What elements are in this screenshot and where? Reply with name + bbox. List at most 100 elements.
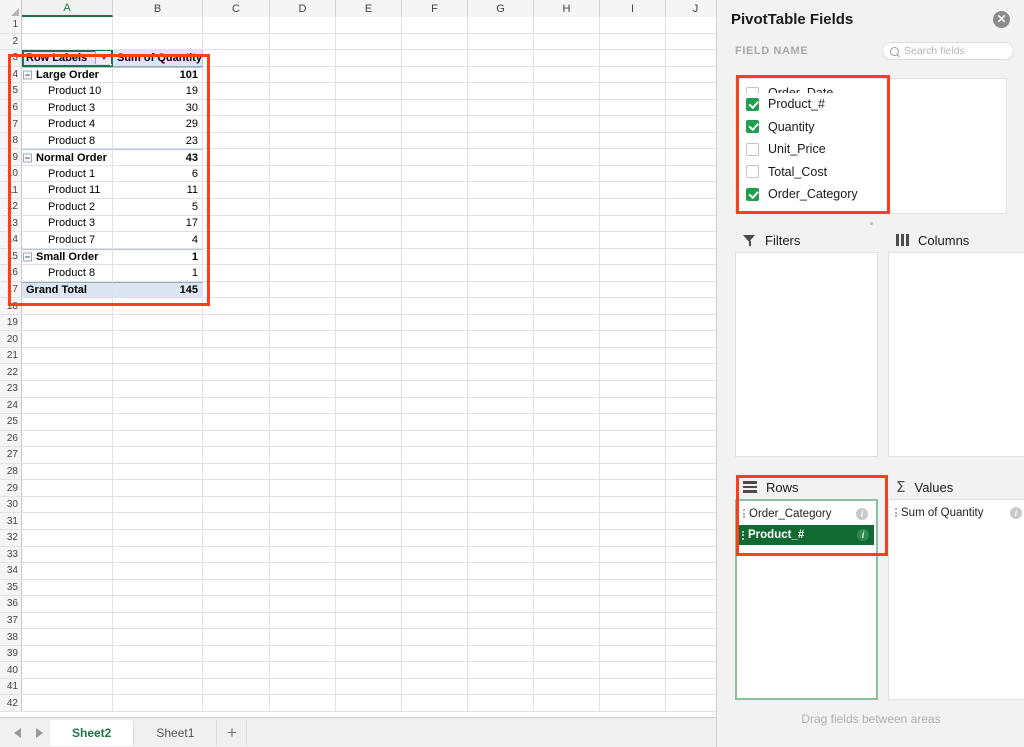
checkbox-icon[interactable] [746,187,759,201]
cell-G27[interactable] [468,447,534,464]
cell-G6[interactable] [468,99,534,117]
cell-A27[interactable] [22,447,113,464]
cell-G22[interactable] [468,364,534,382]
cell-F22[interactable] [402,364,468,382]
row-header-42[interactable]: 42 [0,695,22,712]
cell-G35[interactable] [468,579,534,597]
cell-G29[interactable] [468,480,534,497]
cell-D4[interactable] [270,66,336,84]
cell-H4[interactable] [534,66,600,84]
cell-A36[interactable] [22,596,113,613]
cell-H24[interactable] [534,397,600,415]
cell-H20[interactable] [534,331,600,348]
pivot-item-value[interactable]: 17 [113,215,203,233]
cell-C10[interactable] [203,165,270,183]
cell-C5[interactable] [203,83,270,100]
cell-G17[interactable] [468,281,534,299]
columns-drop-zone[interactable] [888,252,1024,457]
cell-I24[interactable] [600,397,666,415]
cell-J23[interactable] [666,381,716,398]
pivot-item-value[interactable]: 23 [113,132,203,150]
cell-G42[interactable] [468,695,534,712]
cell-D3[interactable] [270,50,336,67]
cell-E29[interactable] [336,480,402,497]
cell-F2[interactable] [402,33,468,51]
column-header-i[interactable]: I [600,0,666,17]
cell-D32[interactable] [270,529,336,547]
cell-B39[interactable] [113,645,203,663]
cell-H23[interactable] [534,381,600,398]
cell-C24[interactable] [203,397,270,415]
cell-C39[interactable] [203,645,270,663]
cell-I40[interactable] [600,662,666,679]
cell-A39[interactable] [22,645,113,663]
fill-handle[interactable] [110,63,112,66]
checkbox-icon[interactable] [746,87,759,93]
cell-J20[interactable] [666,331,716,348]
cell-C38[interactable] [203,629,270,646]
row-header-6[interactable]: 6 [0,99,22,117]
cell-J21[interactable] [666,348,716,365]
cell-I42[interactable] [600,695,666,712]
cell-J1[interactable] [666,17,716,34]
pivot-item-label[interactable]: Product 4 [22,116,113,133]
cell-C9[interactable] [203,149,270,166]
cell-J15[interactable] [666,249,716,266]
pivot-item-value[interactable]: 11 [113,182,203,200]
cell-C13[interactable] [203,215,270,233]
cell-F3[interactable] [402,50,468,67]
drag-handle-icon[interactable] [895,508,897,517]
cell-F33[interactable] [402,546,468,564]
cell-C32[interactable] [203,529,270,547]
pivot-item-value[interactable]: 1 [113,265,203,282]
cell-E7[interactable] [336,116,402,133]
cell-A29[interactable] [22,480,113,497]
cell-H7[interactable] [534,116,600,133]
row-header-3[interactable]: 3 [0,50,22,67]
column-header-g[interactable]: G [468,0,534,17]
cell-E35[interactable] [336,579,402,597]
cell-C2[interactable] [203,33,270,51]
cell-A23[interactable] [22,381,113,398]
cell-F42[interactable] [402,695,468,712]
cell-B23[interactable] [113,381,203,398]
drag-handle-icon[interactable] [742,530,744,540]
cell-I3[interactable] [600,50,666,67]
cell-G25[interactable] [468,414,534,431]
cell-H18[interactable] [534,298,600,315]
cell-J13[interactable] [666,216,716,233]
cell-F4[interactable] [402,66,468,84]
cell-H36[interactable] [534,596,600,613]
cell-B2[interactable] [113,33,203,51]
row-header-23[interactable]: 23 [0,381,22,398]
cell-F18[interactable] [402,298,468,315]
pivot-item-value[interactable]: 5 [113,199,203,216]
row-header-13[interactable]: 13 [0,215,22,233]
cell-B33[interactable] [113,546,203,564]
cell-F36[interactable] [402,596,468,613]
cell-D22[interactable] [270,364,336,382]
pivot-item-value[interactable]: 19 [113,83,203,100]
field-list-item-product[interactable]: Product_# [736,93,1006,116]
sheet-tab-sheet1[interactable]: Sheet1 [134,719,218,746]
cell-G3[interactable] [468,50,534,67]
cell-H13[interactable] [534,215,600,233]
cell-I32[interactable] [600,529,666,547]
cell-J36[interactable] [666,596,716,613]
cell-B29[interactable] [113,480,203,497]
cell-E13[interactable] [336,215,402,233]
cell-G39[interactable] [468,645,534,663]
cell-D17[interactable] [270,281,336,299]
cell-B32[interactable] [113,529,203,547]
pivot-item-label[interactable]: Product 11 [22,182,113,200]
pivot-item-value[interactable]: 6 [113,165,203,183]
cell-B20[interactable] [113,331,203,348]
cell-F29[interactable] [402,480,468,497]
cell-C30[interactable] [203,496,270,514]
cell-F35[interactable] [402,579,468,597]
cell-A20[interactable] [22,331,113,348]
pivot-item-label[interactable]: Product 3 [22,99,113,117]
cell-I8[interactable] [600,132,666,150]
cell-H22[interactable] [534,364,600,382]
cell-E28[interactable] [336,463,402,481]
